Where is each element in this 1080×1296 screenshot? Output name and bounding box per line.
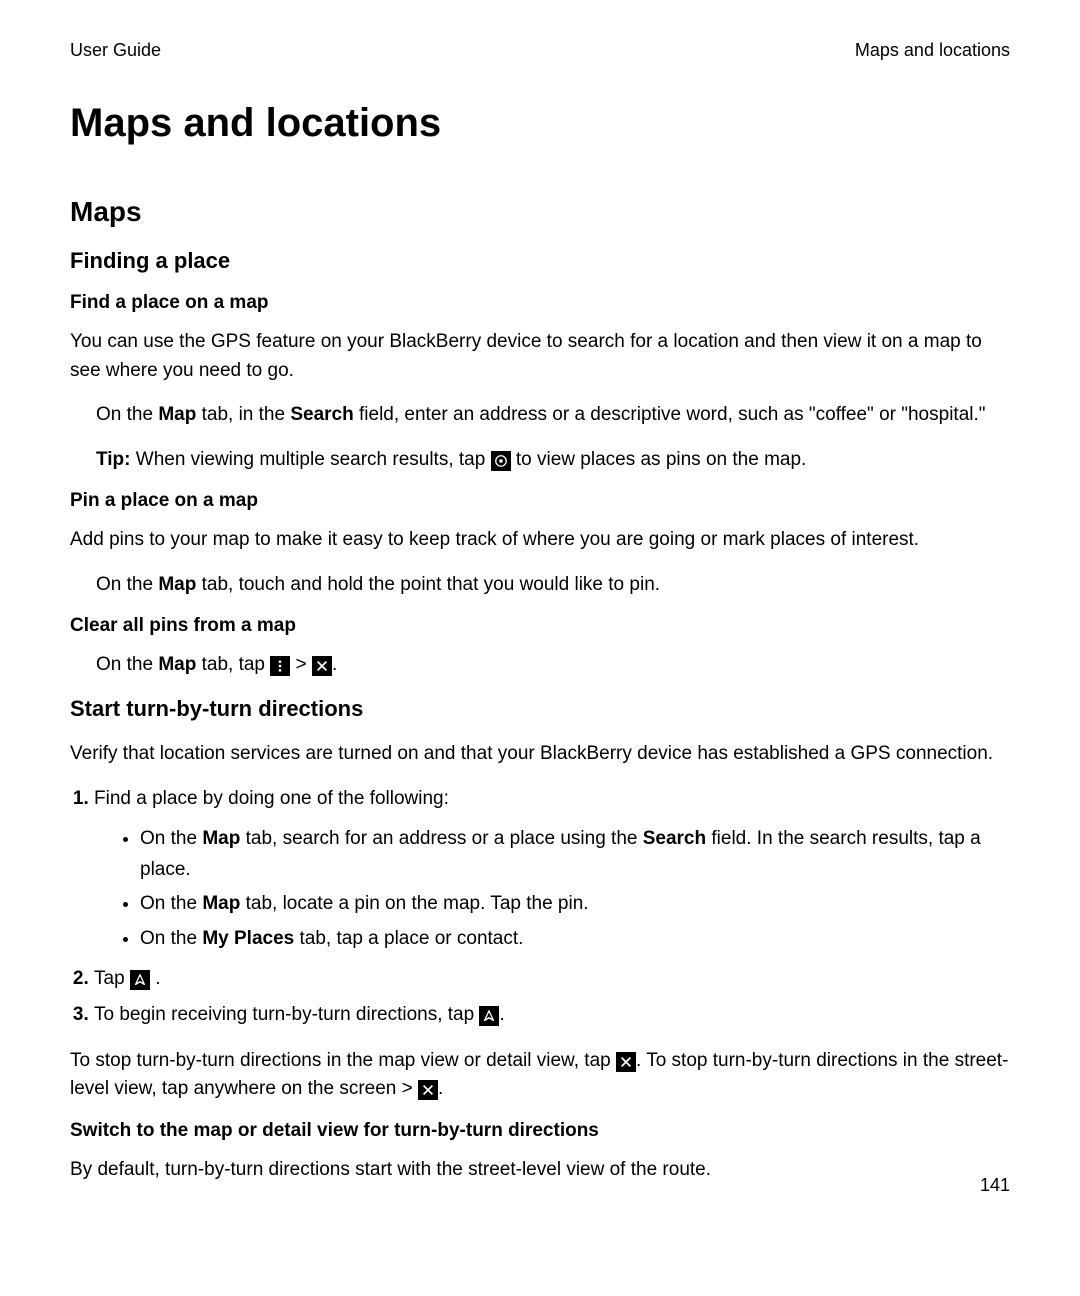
find-on-map-step: On the Map tab, in the Search field, ent…: [96, 401, 1010, 430]
map-pin-view-icon: [491, 451, 511, 471]
directions-step1-bullet3: On the My Places tab, tap a place or con…: [140, 924, 1010, 954]
pin-place-heading: Pin a place on a map: [70, 490, 1010, 512]
close-x-icon: [312, 656, 332, 676]
directions-step-3: To begin receiving turn-by-turn directio…: [94, 1000, 1010, 1030]
directions-heading: Start turn-by-turn directions: [70, 696, 1010, 722]
directions-step-1-options: On the Map tab, search for an address or…: [94, 824, 1010, 954]
header-left: User Guide: [70, 40, 161, 61]
find-on-map-para: You can use the GPS feature on your Blac…: [70, 328, 1010, 385]
close-x-icon: [616, 1052, 636, 1072]
directions-step1-bullet2: On the Map tab, locate a pin on the map.…: [140, 889, 1010, 919]
close-x-icon: [418, 1080, 438, 1100]
directions-step1-bullet1: On the Map tab, search for an address or…: [140, 824, 1010, 885]
clear-pins-step: On the Map tab, tap > .: [96, 651, 1010, 680]
pin-place-para: Add pins to your map to make it easy to …: [70, 526, 1010, 555]
find-on-map-heading: Find a place on a map: [70, 292, 1010, 314]
directions-stop-para: To stop turn-by-turn directions in the m…: [70, 1047, 1010, 1104]
navigation-arrow-icon: [130, 970, 150, 990]
pin-place-step: On the Map tab, touch and hold the point…: [96, 571, 1010, 600]
switch-view-heading: Switch to the map or detail view for tur…: [70, 1120, 1010, 1142]
page-header: User Guide Maps and locations: [70, 40, 1010, 61]
directions-step-1: Find a place by doing one of the followi…: [94, 784, 1010, 954]
directions-para: Verify that location services are turned…: [70, 740, 1010, 769]
find-on-map-tip: Tip: When viewing multiple search result…: [96, 446, 1010, 475]
page-title: Maps and locations: [70, 101, 1010, 146]
finding-place-heading: Finding a place: [70, 248, 1010, 274]
switch-view-para: By default, turn-by-turn directions star…: [70, 1156, 1010, 1185]
more-vertical-icon: [270, 656, 290, 676]
page: User Guide Maps and locations Maps and l…: [0, 0, 1080, 1296]
directions-steps-list: Find a place by doing one of the followi…: [70, 784, 1010, 1031]
section-maps-heading: Maps: [70, 196, 1010, 228]
clear-pins-heading: Clear all pins from a map: [70, 615, 1010, 637]
page-number: 141: [980, 1175, 1010, 1196]
header-right: Maps and locations: [855, 40, 1010, 61]
navigation-arrow-icon: [479, 1006, 499, 1026]
directions-step-2: Tap .: [94, 964, 1010, 994]
